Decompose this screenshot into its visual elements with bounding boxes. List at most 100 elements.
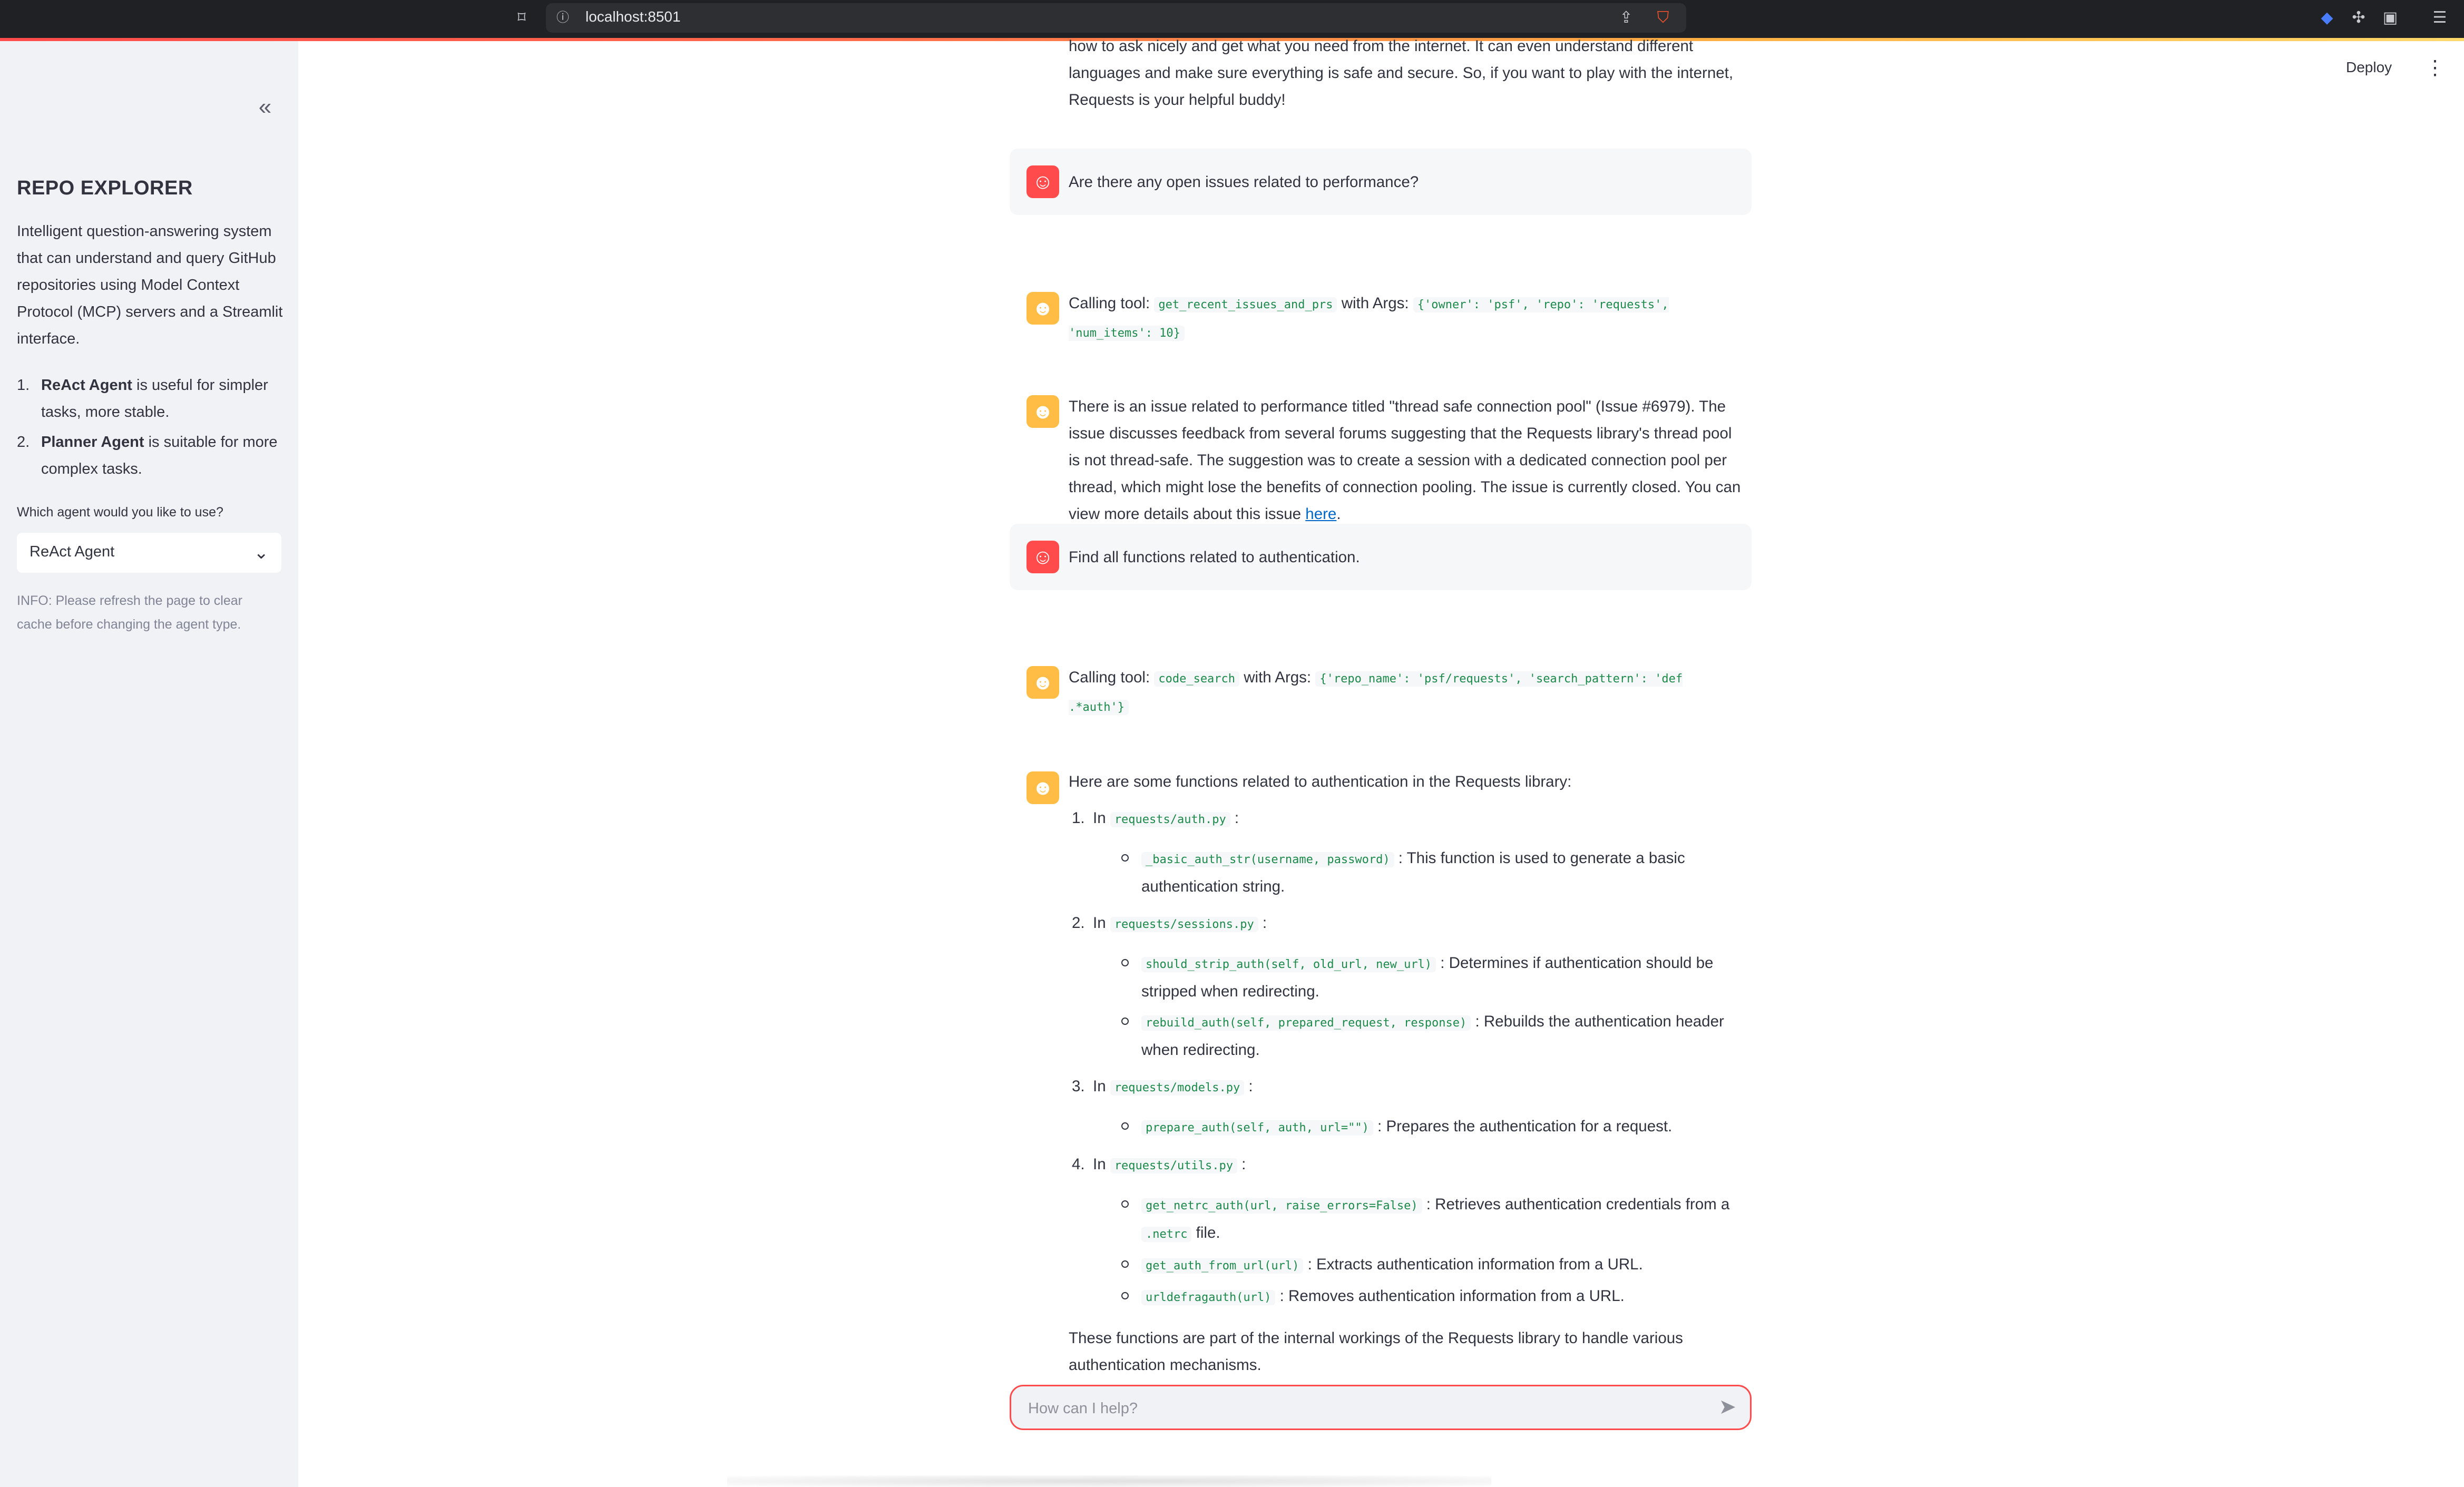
function-signature: prepare_auth(self, auth, url="") [1141, 1120, 1373, 1136]
list-item: 3. In requests/models.py : prepare_auth(… [1069, 1073, 1741, 1141]
message-text: how to ask nicely and get what you need … [1069, 37, 1734, 109]
agent-select[interactable]: ReAct Agent ⌄ [17, 533, 281, 573]
deploy-button[interactable]: Deploy [2346, 59, 2392, 76]
list-item: 4. In requests/utils.py : get_netrc_auth… [1069, 1151, 1741, 1311]
list-item: prepare_auth(self, auth, url="") : Prepa… [1093, 1113, 1741, 1141]
function-list: get_netrc_auth(url, raise_errors=False) … [1093, 1191, 1741, 1311]
user-message: ☺ Find all functions related to authenti… [1010, 524, 1752, 590]
file-path: requests/utils.py [1110, 1158, 1237, 1173]
answer-end: . [1336, 505, 1341, 523]
chat-input-box[interactable]: ➤ [1010, 1385, 1752, 1430]
list-number: 2. [1072, 914, 1085, 932]
function-signature: get_netrc_auth(url, raise_errors=False) [1141, 1198, 1422, 1214]
agent-select-value: ReAct Agent [30, 543, 115, 560]
function-file-list: 1. In requests/auth.py : _basic_auth_str… [1069, 805, 1741, 1311]
function-signature: urldefragauth(url) [1141, 1290, 1276, 1305]
kebab-menu-icon[interactable]: ⋮ [2425, 56, 2445, 80]
function-signature: should_strip_auth(self, old_url, new_url… [1141, 957, 1436, 972]
bot-avatar-icon: ☻ [1026, 395, 1059, 428]
message-text: Here are some functions related to authe… [1069, 768, 1741, 1378]
function-desc: : Prepares the authentication for a requ… [1377, 1118, 1673, 1135]
hamburger-menu-icon[interactable]: ☰ [2429, 7, 2450, 28]
list-item: get_auth_from_url(url) : Extracts authen… [1093, 1251, 1741, 1279]
assistant-message: ☻ There is an issue related to performan… [1010, 345, 1752, 523]
assistant-message: ☻ Here are some functions related to aut… [1010, 721, 1752, 1385]
info-message: INFO: Please refresh the page to clear c… [17, 593, 242, 632]
list-item: should_strip_auth(self, old_url, new_url… [1093, 950, 1741, 1005]
collapse-sidebar-icon[interactable]: « [252, 95, 278, 121]
tool-args-label: with Args: [1244, 669, 1312, 686]
assistant-message: ☻ Calling tool: code_search with Args: {… [1010, 615, 1752, 715]
list-item: get_netrc_auth(url, raise_errors=False) … [1093, 1191, 1741, 1248]
function-list: _basic_auth_str(username, password) : Th… [1093, 845, 1741, 900]
answer-text: There is an issue related to performance… [1069, 398, 1741, 523]
bot-avatar-icon: ☻ [1026, 771, 1059, 804]
answer-outro: These functions are part of the internal… [1069, 1329, 1683, 1374]
bookmark-icon[interactable]: ⌑ [511, 7, 532, 28]
chevron-down-icon: ⌄ [253, 543, 269, 563]
file-path: requests/auth.py [1110, 812, 1230, 827]
list-number: 3. [1072, 1078, 1085, 1095]
function-signature: _basic_auth_str(username, password) [1141, 852, 1394, 867]
brave-shield-icon[interactable]: ⛉ [1653, 7, 1674, 28]
site-info-icon[interactable]: ⓘ [552, 7, 573, 28]
message-text: There is an issue related to performance… [1069, 393, 1741, 527]
assistant-message: ☻ Calling tool: get_recent_issues_and_pr… [1010, 241, 1752, 341]
file-prefix: In [1093, 809, 1106, 827]
list-item: _basic_auth_str(username, password) : Th… [1093, 845, 1741, 900]
list-item: urldefragauth(url) : Removes authenticat… [1093, 1283, 1741, 1311]
sidebar-title: REPO EXPLORER [17, 177, 193, 199]
puzzle-icon[interactable]: ✣ [2348, 7, 2369, 28]
function-desc: : Retrieves authentication credentials f… [1426, 1196, 1730, 1213]
file-prefix: In [1093, 914, 1106, 932]
list-item: rebuild_auth(self, prepared_request, res… [1093, 1008, 1741, 1063]
list-number: 1. [17, 377, 30, 394]
file-path: requests/models.py [1110, 1080, 1245, 1095]
bot-avatar-icon: ☻ [1026, 292, 1059, 325]
function-list: prepare_auth(self, auth, url="") : Prepa… [1093, 1113, 1741, 1141]
tool-name: code_search [1154, 671, 1240, 687]
tool-args-label: with Args: [1341, 295, 1409, 312]
sidebar-icon[interactable]: ▣ [2380, 7, 2401, 28]
answer-intro: Here are some functions related to authe… [1069, 773, 1572, 790]
send-icon[interactable]: ➤ [1718, 1395, 1736, 1419]
user-message: ☺ Are there any open issues related to p… [1010, 149, 1752, 215]
file-path: requests/sessions.py [1110, 917, 1258, 932]
file-prefix: In [1093, 1156, 1106, 1173]
agent-select-label: Which agent would you like to use? [17, 505, 223, 520]
agent-info-list: 1. ReAct Agent is useful for simpler task… [17, 372, 286, 486]
bot-avatar-icon: ☻ [1026, 666, 1059, 699]
function-desc: : Extracts authentication information fr… [1307, 1256, 1643, 1273]
function-list: should_strip_auth(self, old_url, new_url… [1093, 950, 1741, 1063]
list-item: 1. ReAct Agent is useful for simpler task… [17, 372, 286, 426]
address-bar[interactable] [546, 3, 1686, 33]
tool-call-text: Calling tool: get_recent_issues_and_prs … [1069, 290, 1741, 347]
url-text[interactable]: localhost:8501 [585, 6, 681, 27]
bottom-shadow [727, 1475, 1491, 1487]
agent-name: ReAct Agent [41, 377, 132, 394]
issue-link[interactable]: here [1305, 505, 1336, 523]
message-text: Find all functions related to authentica… [1069, 549, 1360, 566]
tool-call-prefix: Calling tool: [1069, 295, 1150, 312]
sidebar-description: Intelligent question-answering system th… [17, 223, 283, 347]
agent-name: Planner Agent [41, 434, 144, 451]
user-avatar-icon: ☺ [1026, 541, 1059, 573]
tool-call-text: Calling tool: code_search with Args: {'r… [1069, 664, 1741, 721]
function-desc-end: file. [1191, 1224, 1220, 1241]
list-item: 2. In requests/sessions.py : should_stri… [1069, 909, 1741, 1063]
list-item: 1. In requests/auth.py : _basic_auth_str… [1069, 805, 1741, 900]
chat-input[interactable] [1027, 1396, 1688, 1421]
sidebar: « REPO EXPLORER Intelligent question-ans… [0, 41, 298, 1487]
function-signature: get_auth_from_url(url) [1141, 1258, 1304, 1274]
list-number: 2. [17, 434, 30, 451]
extension-icon[interactable]: ◆ [2316, 7, 2338, 28]
message-text: Are there any open issues related to per… [1069, 173, 1419, 191]
list-item: 2. Planner Agent is suitable for more com… [17, 429, 286, 483]
list-number: 1. [1072, 809, 1085, 827]
function-signature: rebuild_auth(self, prepared_request, res… [1141, 1015, 1471, 1031]
list-number: 4. [1072, 1156, 1085, 1173]
tool-call-prefix: Calling tool: [1069, 669, 1150, 686]
user-avatar-icon: ☺ [1026, 165, 1059, 198]
assistant-message: how to ask nicely and get what you need … [1010, 37, 1752, 120]
share-icon[interactable]: ⇪ [1616, 7, 1637, 28]
